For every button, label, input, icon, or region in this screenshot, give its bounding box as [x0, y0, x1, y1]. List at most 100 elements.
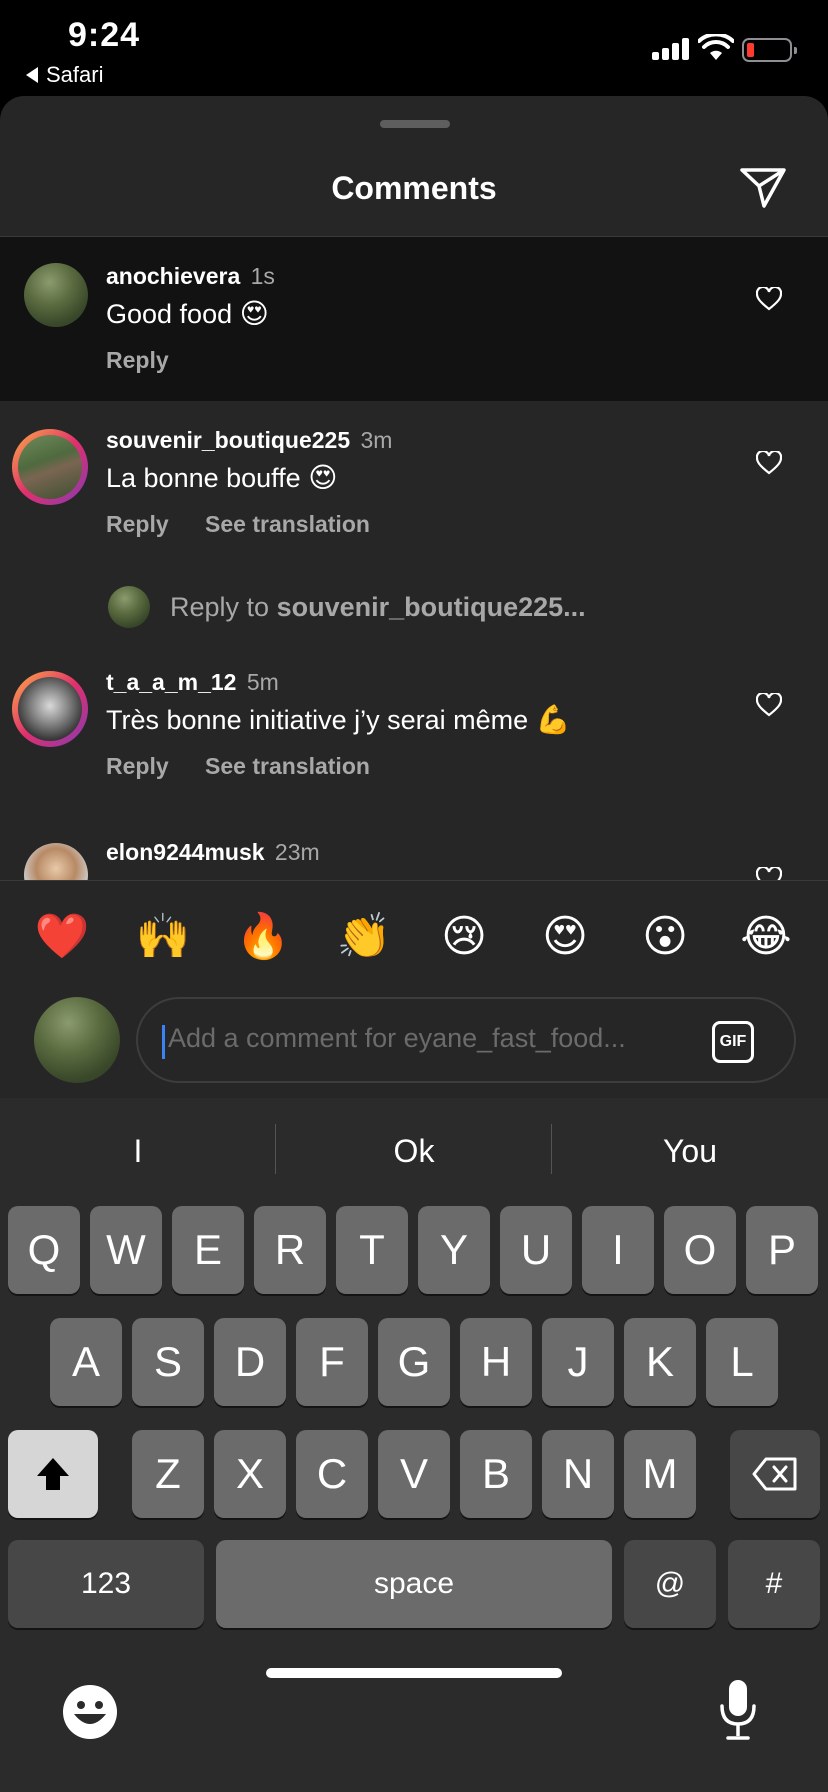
comment-time: 5m — [246, 669, 279, 695]
back-app-label: Safari — [46, 62, 104, 87]
quick-emoji-bar: ❤️ 🙌 🔥 👏 😢 😍 😮 😂 — [0, 907, 828, 967]
reply-button[interactable]: Reply — [106, 347, 169, 373]
see-translation-button[interactable]: See translation — [205, 511, 370, 537]
reply-to-prompt[interactable]: Reply to souvenir_boutique225... — [108, 586, 788, 630]
heart-icon[interactable] — [756, 693, 782, 717]
key-u[interactable]: U — [500, 1206, 572, 1294]
reply-to-prefix: Reply to — [170, 592, 270, 622]
status-time: 9:24 — [68, 16, 141, 54]
key-d[interactable]: D — [214, 1318, 286, 1406]
comment-item: t_a_a_m_12 5m Très bonne initiative j’y … — [0, 643, 828, 813]
comment-actions: Reply — [106, 347, 199, 374]
comment-composer: ❤️ 🙌 🔥 👏 😢 😍 😮 😂 Add a comment for eyane… — [0, 880, 828, 1098]
space-key[interactable]: space — [216, 1540, 612, 1628]
key-s[interactable]: S — [132, 1318, 204, 1406]
backspace-key[interactable] — [730, 1430, 820, 1518]
see-translation-button[interactable]: See translation — [205, 753, 370, 779]
suggestion-1[interactable]: I — [0, 1126, 276, 1176]
key-w[interactable]: W — [90, 1206, 162, 1294]
key-a[interactable]: A — [50, 1318, 122, 1406]
home-indicator[interactable] — [266, 1668, 562, 1678]
at-key[interactable]: @ — [624, 1540, 716, 1628]
reply-button[interactable]: Reply — [106, 753, 169, 779]
key-l[interactable]: L — [706, 1318, 778, 1406]
key-i[interactable]: I — [582, 1206, 654, 1294]
comment-actions: Reply See translation — [106, 753, 400, 780]
comment-time: 1s — [250, 263, 275, 289]
emoji-raised-hands-button[interactable]: 🙌 — [133, 907, 193, 967]
comment-time: 23m — [274, 839, 320, 865]
avatar[interactable] — [12, 671, 88, 747]
microphone-icon[interactable] — [718, 1678, 758, 1742]
key-n[interactable]: N — [542, 1430, 614, 1518]
emoji-surprised-button[interactable]: 😮 — [635, 907, 695, 967]
key-k[interactable]: K — [624, 1318, 696, 1406]
key-z[interactable]: Z — [132, 1430, 204, 1518]
back-arrow-icon — [26, 67, 38, 83]
key-v[interactable]: V — [378, 1430, 450, 1518]
key-j[interactable]: J — [542, 1318, 614, 1406]
back-to-app-link[interactable]: Safari — [26, 62, 103, 88]
numbers-key[interactable]: 123 — [8, 1540, 204, 1628]
comment-placeholder: Add a comment for eyane_fast_food... — [168, 1023, 626, 1053]
heart-icon[interactable] — [756, 287, 782, 311]
battery-icon — [742, 38, 797, 62]
hash-key[interactable]: # — [728, 1540, 820, 1628]
comment-text: La bonne bouffe 😍 — [106, 461, 337, 494]
comment-emoji: 😍 — [239, 297, 269, 330]
emoji-heart-eyes-button[interactable]: 😍 — [535, 907, 595, 967]
comment-time: 3m — [360, 427, 393, 453]
emoji-laugh-button[interactable]: 😂 — [736, 907, 796, 967]
comment-username[interactable]: t_a_a_m_12 — [106, 669, 236, 695]
gif-button[interactable]: GIF — [712, 1021, 754, 1063]
key-f[interactable]: F — [296, 1318, 368, 1406]
key-h[interactable]: H — [460, 1318, 532, 1406]
wifi-icon — [698, 34, 734, 60]
key-r[interactable]: R — [254, 1206, 326, 1294]
key-c[interactable]: C — [296, 1430, 368, 1518]
key-p[interactable]: P — [746, 1206, 818, 1294]
comment-header: elon9244musk 23m — [106, 839, 320, 866]
comment-emoji: 💪 — [535, 703, 571, 736]
reply-to-user: souvenir_boutique225... — [276, 592, 586, 622]
signal-icon — [652, 38, 692, 60]
key-e[interactable]: E — [172, 1206, 244, 1294]
emoji-clap-button[interactable]: 👏 — [334, 907, 394, 967]
key-t[interactable]: T — [336, 1206, 408, 1294]
comment-body: Très bonne initiative j’y serai même — [106, 705, 529, 735]
suggestion-3[interactable]: You — [552, 1126, 828, 1176]
comment-header: souvenir_boutique225 3m — [106, 427, 392, 454]
text-caret — [162, 1025, 165, 1059]
key-q[interactable]: Q — [8, 1206, 80, 1294]
comment-username[interactable]: anochievera — [106, 263, 240, 289]
key-o[interactable]: O — [664, 1206, 736, 1294]
comment-username[interactable]: elon9244musk — [106, 839, 265, 865]
emoji-keyboard-icon[interactable] — [62, 1684, 118, 1740]
key-y[interactable]: Y — [418, 1206, 490, 1294]
emoji-heart-button[interactable]: ❤️ — [32, 907, 92, 967]
key-b[interactable]: B — [460, 1430, 532, 1518]
comment-body: Good food — [106, 299, 233, 329]
emoji-fire-button[interactable]: 🔥 — [233, 907, 293, 967]
reply-to-text: Reply to souvenir_boutique225... — [170, 592, 586, 623]
sheet-grabber[interactable] — [380, 120, 450, 128]
reply-button[interactable]: Reply — [106, 511, 169, 537]
emoji-cry-button[interactable]: 😢 — [434, 907, 494, 967]
shift-icon — [37, 1458, 69, 1490]
key-m[interactable]: M — [624, 1430, 696, 1518]
comment-header: anochievera 1s — [106, 263, 275, 290]
suggestion-2[interactable]: Ok — [276, 1126, 552, 1176]
heart-icon[interactable] — [756, 451, 782, 475]
comment-input[interactable]: Add a comment for eyane_fast_food... GIF — [136, 997, 796, 1083]
send-icon[interactable] — [738, 166, 788, 210]
comment-actions: Reply See translation — [106, 511, 400, 538]
key-x[interactable]: X — [214, 1430, 286, 1518]
shift-key[interactable] — [8, 1430, 98, 1518]
avatar[interactable] — [12, 429, 88, 505]
comment-item: anochievera 1s Good food 😍 Reply — [0, 237, 828, 401]
comment-username[interactable]: souvenir_boutique225 — [106, 427, 350, 453]
comment-text: Good food 😍 — [106, 297, 269, 330]
key-g[interactable]: G — [378, 1318, 450, 1406]
keyboard: I Ok You Q W E R T Y U I O P A S D F G H… — [0, 1098, 828, 1792]
avatar[interactable] — [24, 263, 88, 327]
